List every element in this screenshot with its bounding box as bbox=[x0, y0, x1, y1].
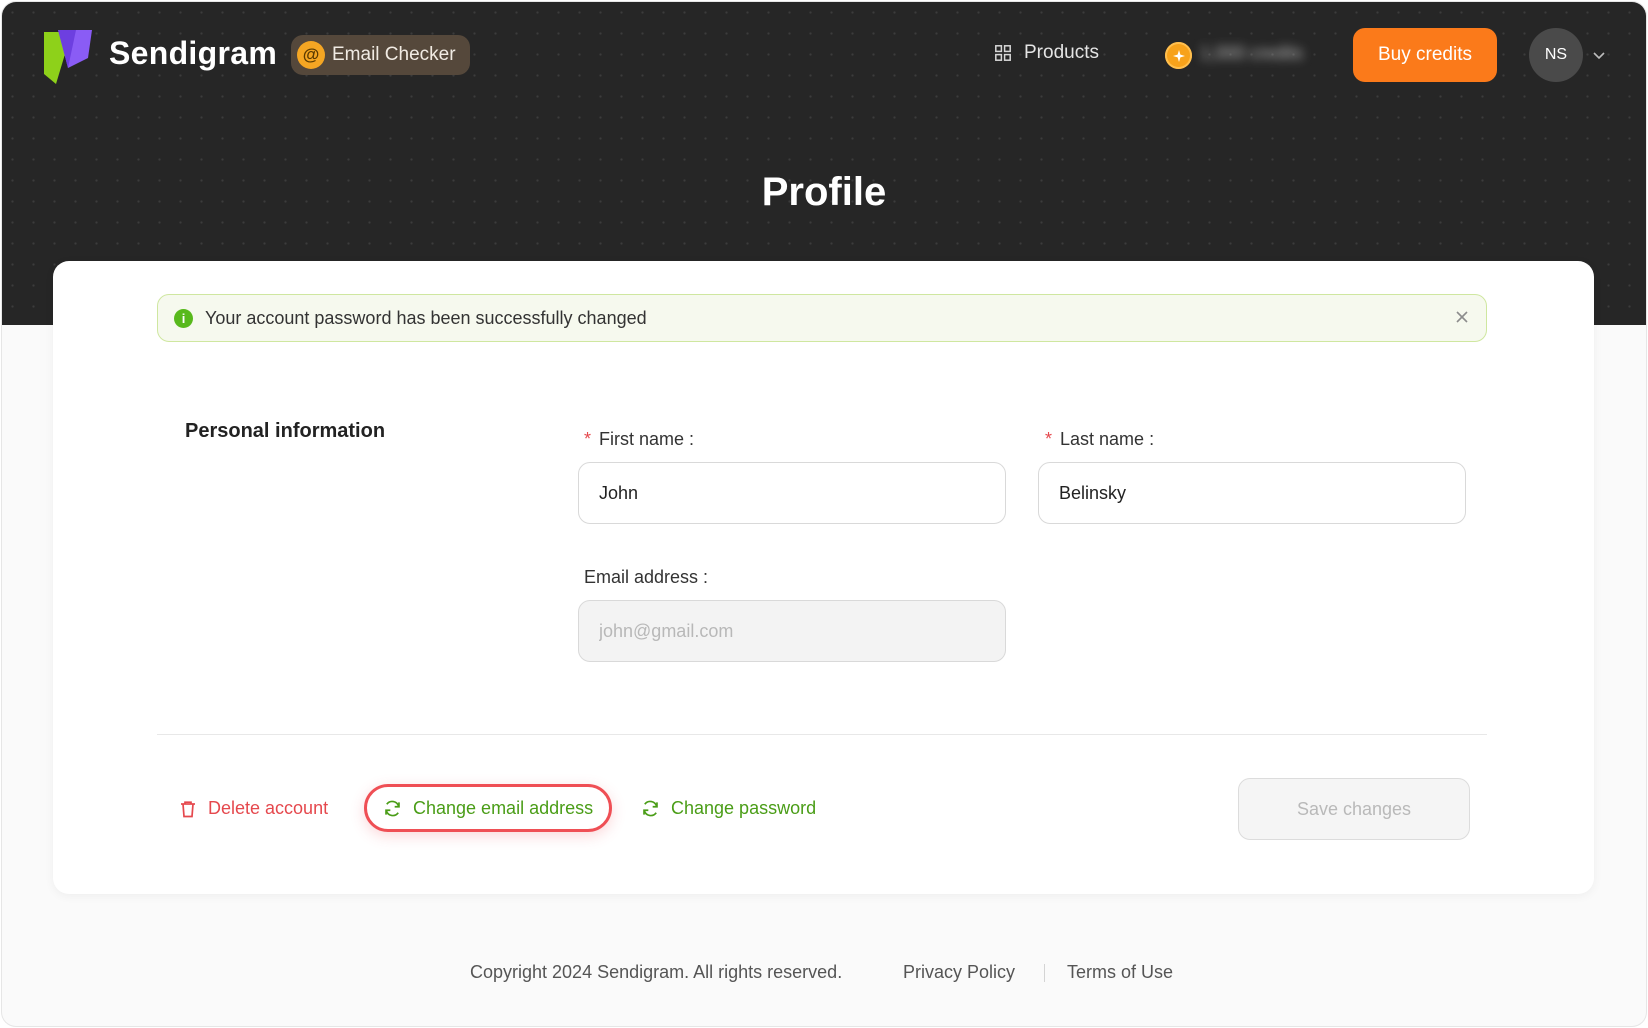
credits-coin-icon bbox=[1165, 42, 1192, 69]
trash-icon bbox=[181, 800, 195, 817]
terms-of-use-link[interactable]: Terms of Use bbox=[1067, 962, 1173, 983]
app-window: Sendigram @ Email Checker Products 1,000… bbox=[2, 2, 1646, 1026]
grid-icon bbox=[995, 45, 1011, 61]
first-name-input[interactable] bbox=[578, 462, 1006, 524]
chip-label: Email Checker bbox=[332, 44, 456, 65]
at-sign-icon: @ bbox=[297, 41, 325, 69]
divider bbox=[157, 734, 1487, 735]
section-title-personal-info: Personal information bbox=[185, 420, 386, 442]
first-name-label: * First name : bbox=[584, 429, 695, 449]
success-alert: i Your account password has been success… bbox=[157, 294, 1487, 342]
chevron-down-icon[interactable] bbox=[1592, 48, 1606, 62]
sendigram-logo-icon[interactable] bbox=[38, 28, 94, 84]
privacy-policy-link[interactable]: Privacy Policy bbox=[903, 962, 1015, 983]
last-name-input[interactable] bbox=[1038, 462, 1466, 524]
brand-name[interactable]: Sendigram bbox=[109, 35, 277, 72]
change-password-button[interactable]: Change password bbox=[641, 798, 816, 819]
products-label: Products bbox=[1024, 42, 1099, 63]
close-icon[interactable] bbox=[1454, 309, 1470, 325]
email-input[interactable] bbox=[578, 600, 1006, 662]
avatar[interactable]: NS bbox=[1529, 28, 1583, 82]
required-mark: * bbox=[1045, 429, 1053, 449]
save-changes-button[interactable]: Save changes bbox=[1238, 778, 1470, 840]
delete-account-label: Delete account bbox=[208, 798, 329, 818]
profile-card: i Your account password has been success… bbox=[53, 261, 1594, 894]
email-label: Email address : bbox=[584, 567, 709, 587]
required-mark: * bbox=[584, 429, 592, 449]
change-email-button[interactable]: Change email address bbox=[364, 784, 613, 832]
footer-separator bbox=[1044, 964, 1045, 982]
alert-message: Your account password has been successfu… bbox=[205, 307, 647, 328]
email-checker-chip[interactable]: @ Email Checker bbox=[291, 35, 470, 75]
refresh-icon bbox=[385, 800, 400, 816]
change-email-label: Change email address bbox=[413, 797, 594, 818]
page-title: Profile bbox=[761, 170, 887, 214]
refresh-icon bbox=[643, 800, 658, 817]
credits-balance: 1,000 credits bbox=[1200, 43, 1304, 63]
footer-copyright: Copyright 2024 Sendigram. All rights res… bbox=[470, 962, 843, 982]
delete-account-button[interactable]: Delete account bbox=[179, 798, 328, 819]
buy-credits-button[interactable]: Buy credits bbox=[1353, 28, 1497, 82]
products-menu[interactable]: Products bbox=[995, 42, 1099, 64]
last-name-label: * Last name : bbox=[1045, 429, 1155, 449]
info-icon: i bbox=[174, 308, 193, 328]
change-password-label: Change password bbox=[671, 798, 817, 818]
